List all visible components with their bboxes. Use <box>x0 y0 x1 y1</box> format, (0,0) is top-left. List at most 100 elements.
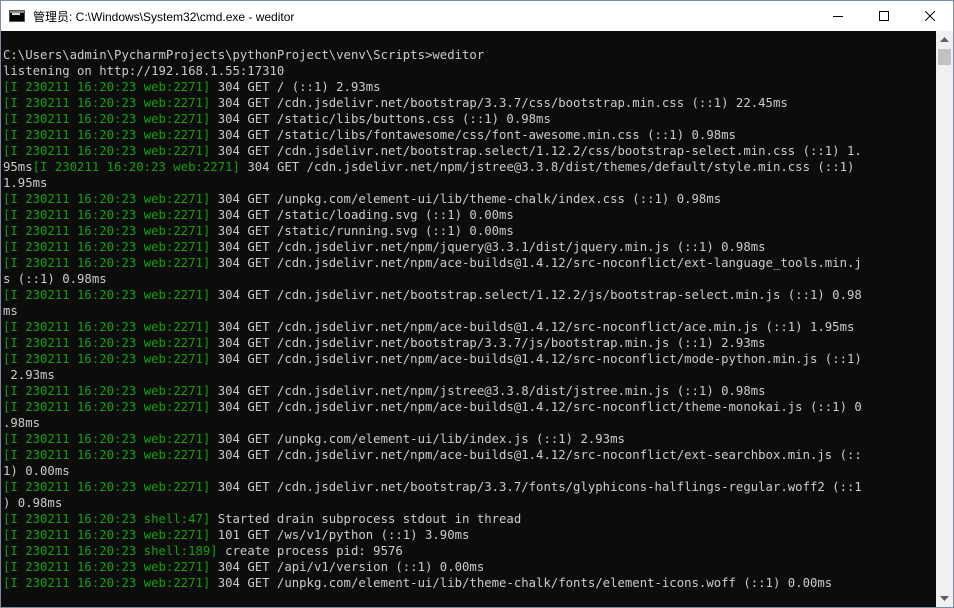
console-line: [I 230211 16:20:23 web:2271] 304 GET / (… <box>3 79 862 95</box>
console-line: [I 230211 16:20:23 web:2271] 304 GET /cd… <box>3 95 862 111</box>
log-prefix: [I 230211 16:20:23 web:2271] <box>3 224 211 238</box>
log-prefix: [I 230211 16:20:23 web:2271] <box>3 144 211 158</box>
log-text: 304 GET /cdn.jsdelivr.net/bootstrap/3.3.… <box>210 336 766 350</box>
console-line: [I 230211 16:20:23 web:2271] 101 GET /ws… <box>3 527 862 543</box>
log-prefix: [I 230211 16:20:23 web:2271] <box>3 256 211 270</box>
log-text: 304 GET /cdn.jsdelivr.net/npm/ace-builds… <box>210 256 862 270</box>
log-text: 2.93ms <box>3 368 55 382</box>
log-prefix: [I 230211 16:20:23 web:2271] <box>3 192 211 206</box>
console-line: [I 230211 16:20:23 web:2271] 304 GET /st… <box>3 223 862 239</box>
log-prefix: [I 230211 16:20:23 web:2271] <box>32 160 240 174</box>
cmd-window: 管理员: C:\Windows\System32\cmd.exe - wedit… <box>0 0 954 608</box>
log-text: listening on http://192.168.1.55:17310 <box>3 64 285 78</box>
console-line: [I 230211 16:20:23 web:2271] 304 GET /cd… <box>3 319 862 335</box>
console-line: .98ms <box>3 415 862 431</box>
log-prefix: [I 230211 16:20:23 web:2271] <box>3 240 211 254</box>
console-line: [I 230211 16:20:23 web:2271] 304 GET /st… <box>3 207 862 223</box>
log-text: 304 GET /cdn.jsdelivr.net/bootstrap.sele… <box>210 288 862 302</box>
log-prefix: [I 230211 16:20:23 web:2271] <box>3 576 211 590</box>
log-prefix: [I 230211 16:20:23 web:2271] <box>3 320 211 334</box>
scroll-up-button[interactable] <box>936 31 953 48</box>
close-button[interactable] <box>907 1 953 31</box>
maximize-icon <box>879 11 889 21</box>
log-text: 101 GET /ws/v1/python (::1) 3.90ms <box>210 528 470 542</box>
log-text: 304 GET /static/libs/buttons.css (::1) 0… <box>210 112 551 126</box>
log-text: 304 GET /unpkg.com/element-ui/lib/theme-… <box>210 192 722 206</box>
console-line: 1.95ms <box>3 175 862 191</box>
log-text: 304 GET /api/v1/version (::1) 0.00ms <box>210 560 485 574</box>
minimize-icon <box>833 16 843 17</box>
console-line: s (::1) 0.98ms <box>3 271 862 287</box>
console-line: [I 230211 16:20:23 web:2271] 304 GET /cd… <box>3 287 862 303</box>
maximize-button[interactable] <box>861 1 907 31</box>
log-prefix: [I 230211 16:20:23 web:2271] <box>3 480 211 494</box>
log-text: 304 GET /cdn.jsdelivr.net/npm/ace-builds… <box>210 400 862 414</box>
log-prefix: [I 230211 16:20:23 web:2271] <box>3 208 211 222</box>
log-prefix: [I 230211 16:20:23 web:2271] <box>3 528 211 542</box>
console-line: [I 230211 16:20:23 web:2271] 304 GET /cd… <box>3 335 862 351</box>
log-prefix: [I 230211 16:20:23 shell:47] <box>3 512 211 526</box>
title-bar[interactable]: 管理员: C:\Windows\System32\cmd.exe - wedit… <box>1 1 953 31</box>
log-prefix: [I 230211 16:20:23 web:2271] <box>3 112 211 126</box>
console-line: [I 230211 16:20:23 web:2271] 304 GET /cd… <box>3 447 862 463</box>
console-lines: C:\Users\admin\PycharmProjects\pythonPro… <box>3 47 862 591</box>
minimize-button[interactable] <box>815 1 861 31</box>
log-prefix: [I 230211 16:20:23 web:2271] <box>3 336 211 350</box>
vertical-scrollbar[interactable] <box>936 31 953 607</box>
log-text: 304 GET /cdn.jsdelivr.net/bootstrap.sele… <box>210 144 862 158</box>
console-line: [I 230211 16:20:23 shell:189] create pro… <box>3 543 862 559</box>
console-line: [I 230211 16:20:23 web:2271] 304 GET /cd… <box>3 143 862 159</box>
console-line: listening on http://192.168.1.55:17310 <box>3 63 862 79</box>
log-text: 304 GET /cdn.jsdelivr.net/npm/jstree@3.3… <box>239 160 855 174</box>
console-line: 95ms[I 230211 16:20:23 web:2271] 304 GET… <box>3 159 862 175</box>
log-prefix: [I 230211 16:20:23 web:2271] <box>3 96 211 110</box>
caption-buttons <box>815 1 953 31</box>
log-text: 304 GET /unpkg.com/element-ui/lib/index.… <box>210 432 625 446</box>
log-prefix: [I 230211 16:20:23 web:2271] <box>3 448 211 462</box>
scroll-down-button[interactable] <box>936 590 953 607</box>
console-line: [I 230211 16:20:23 web:2271] 304 GET /cd… <box>3 239 862 255</box>
window-title: 管理员: C:\Windows\System32\cmd.exe - wedit… <box>33 9 295 24</box>
log-text: s (::1) 0.98ms <box>3 272 107 286</box>
console-line: [I 230211 16:20:23 shell:47] Started dra… <box>3 511 862 527</box>
log-text: 95ms <box>3 160 33 174</box>
log-text: create process pid: 9576 <box>217 544 403 558</box>
console-line: [I 230211 16:20:23 web:2271] 304 GET /cd… <box>3 383 862 399</box>
log-text: ) 0.98ms <box>3 496 63 510</box>
scrollbar-thumb[interactable] <box>938 49 951 65</box>
log-text: 304 GET / (::1) 2.93ms <box>210 80 381 94</box>
log-prefix: [I 230211 16:20:23 web:2271] <box>3 560 211 574</box>
log-text: 304 GET /static/libs/fontawesome/css/fon… <box>210 128 736 142</box>
console-line: 1) 0.00ms <box>3 463 862 479</box>
log-text: 1) 0.00ms <box>3 464 70 478</box>
console-line: [I 230211 16:20:23 web:2271] 304 GET /cd… <box>3 479 862 495</box>
console-line: 2.93ms <box>3 367 862 383</box>
log-text: 1.95ms <box>3 176 48 190</box>
console-line: ) 0.98ms <box>3 495 862 511</box>
console-line: [I 230211 16:20:23 web:2271] 304 GET /ap… <box>3 559 862 575</box>
log-prefix: [I 230211 16:20:23 shell:189] <box>3 544 218 558</box>
log-text: 304 GET /unpkg.com/element-ui/lib/theme-… <box>210 576 833 590</box>
cmd-console-icon[interactable] <box>9 10 25 22</box>
log-text: 304 GET /cdn.jsdelivr.net/npm/ace-builds… <box>210 448 862 462</box>
log-text: 304 GET /cdn.jsdelivr.net/npm/jstree@3.3… <box>210 384 766 398</box>
console-line: ms <box>3 303 862 319</box>
console-line: [I 230211 16:20:23 web:2271] 304 GET /un… <box>3 191 862 207</box>
log-text: 304 GET /cdn.jsdelivr.net/npm/jquery@3.3… <box>210 240 766 254</box>
scroll-up-arrow-icon <box>940 37 949 42</box>
log-text: 304 GET /cdn.jsdelivr.net/bootstrap/3.3.… <box>210 480 862 494</box>
console-line: [I 230211 16:20:23 web:2271] 304 GET /st… <box>3 127 862 143</box>
log-prefix: [I 230211 16:20:23 web:2271] <box>3 400 211 414</box>
log-text: 304 GET /static/running.svg (::1) 0.00ms <box>210 224 514 238</box>
log-text: C:\Users\admin\PycharmProjects\pythonPro… <box>3 48 485 62</box>
log-text: ms <box>3 304 18 318</box>
console-line: [I 230211 16:20:23 web:2271] 304 GET /st… <box>3 111 862 127</box>
console-output[interactable]: C:\Users\admin\PycharmProjects\pythonPro… <box>1 31 936 607</box>
log-text: .98ms <box>3 416 41 430</box>
scroll-down-arrow-icon <box>940 596 949 601</box>
log-prefix: [I 230211 16:20:23 web:2271] <box>3 352 211 366</box>
log-prefix: [I 230211 16:20:23 web:2271] <box>3 432 211 446</box>
log-prefix: [I 230211 16:20:23 web:2271] <box>3 288 211 302</box>
log-text: Started drain subprocess stdout in threa… <box>210 512 522 526</box>
console-line: [I 230211 16:20:23 web:2271] 304 GET /cd… <box>3 351 862 367</box>
